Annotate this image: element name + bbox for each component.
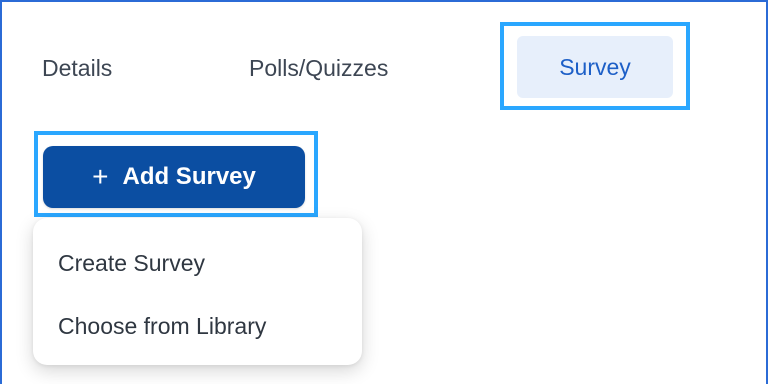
tab-details[interactable]: Details: [42, 55, 112, 82]
survey-panel: Details Polls/Quizzes Survey + Add Surve…: [0, 0, 768, 384]
add-survey-dropdown-menu: Create Survey Choose from Library: [33, 218, 362, 365]
tab-survey[interactable]: Survey: [517, 36, 673, 98]
add-survey-label: Add Survey: [122, 163, 256, 190]
menu-item-create-survey[interactable]: Create Survey: [58, 250, 205, 277]
tab-polls-quizzes[interactable]: Polls/Quizzes: [249, 55, 388, 82]
menu-item-choose-from-library[interactable]: Choose from Library: [58, 313, 266, 340]
plus-icon: +: [92, 161, 109, 192]
add-survey-button[interactable]: + Add Survey: [43, 146, 305, 208]
